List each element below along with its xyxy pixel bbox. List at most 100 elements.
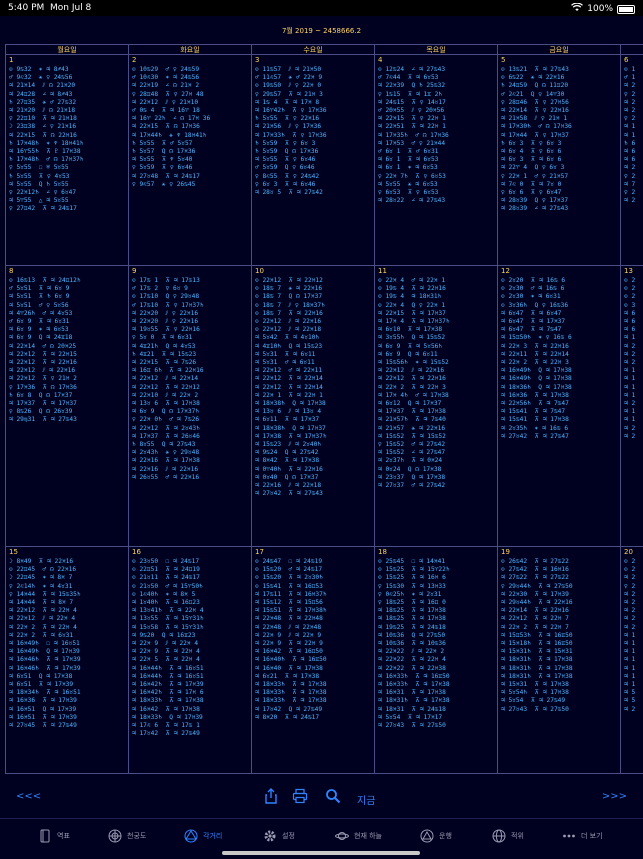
aspect-entry: ♃ 6♉47 ⊼ ♃ 7♋47 xyxy=(501,326,562,334)
day-cell[interactable]: 15 ☽ 8♓49 ⊼ ♃ 22♓16 ⊙ 22♊45 ♂ ☊ 22♓16 ☽ 22♊… xyxy=(6,547,129,774)
tab-aspects[interactable]: 각거리 xyxy=(184,825,222,847)
aspect-entry: ⊙ 26♋42 ⊼ ♃ 27♋22 xyxy=(501,558,569,565)
aspect-entry: ♃ 6♉ 4 ⊼ ♀ 6♉ 6 xyxy=(501,148,562,156)
tab-transits[interactable]: 운행 xyxy=(420,825,452,847)
aspect-entry: ♃ 6 xyxy=(624,326,636,334)
aspect-entry: ♃ 0♉40 Q ☊ 17♓37 xyxy=(255,473,319,481)
status-date: Mon Jul 8 xyxy=(50,3,92,13)
tab-settings[interactable]: 설정 xyxy=(263,825,295,847)
day-cell[interactable]: 12 ⊙ 2♉20 ⊼ ♃ 16♋ 6 ⊙ 2♉30 ♂ ♃ 16♋ 6 ⊙ 2♉30… xyxy=(498,266,621,547)
previous-month-button[interactable]: <<< xyxy=(16,791,41,802)
day-cell[interactable]: 19 ⊙ 26♋42 ⊼ ♃ 27♋22 ⊙ 27♋42 ⊼ ♃ 16♓16 ♃ 27… xyxy=(498,547,621,774)
day-number: 4 xyxy=(378,56,383,64)
day-cell[interactable]: 2 ⊙ 10♋29 ♂ ♀ 24♋59 ♂ 10♌30 ✶ ♃ 24♋56 ♃ 22♓… xyxy=(129,55,252,266)
aspect-entry: ♃ 2 xyxy=(624,98,636,106)
tab-current-sky[interactable]: 현재 하늘 xyxy=(335,825,382,847)
aspect-list: ☽ 8♓49 ⊼ ♃ 22♓16 ⊙ 22♊45 ♂ ☊ 22♓16 ☽ 22♊45… xyxy=(6,558,128,730)
aspect-entry: ⊙ 1 xyxy=(624,66,636,73)
aspect-entry: ♃ 2 xyxy=(624,599,636,607)
aspect-entry: ⊙ 22♓12 ⊼ ♃ 22♓12 xyxy=(255,277,323,284)
aspect-entry: ♃ 22♓ 2 ⊼ ♃ 6♉31 xyxy=(9,631,74,639)
aspect-entry: ♀ 15♋52 ♂ ♃ 27♋42 xyxy=(378,441,446,449)
aspect-entry: ♃ 9♋20 Q ♃ 16♊23 xyxy=(132,631,196,639)
aspect-entry: ♃ 17♓53 ♂ ♀ 21♓44 xyxy=(378,139,446,147)
aspect-entry: ♃ 22♓14 ⊼ ♀ 22♓16 xyxy=(501,107,569,115)
tab-label: 더 보기 xyxy=(581,832,603,840)
aspect-entry: ♃ 2♉43♄ ⚹ ♀ 29♉48 xyxy=(132,449,200,457)
aspect-entry: ⊙ 23♉50 ☐ ♃ 24♋17 xyxy=(132,558,200,565)
day-cell[interactable]: 18 ⊙ 25♋45 ☐ ♃ 14♓41 ⊙ 15♋25 ⊼ ♃ 15♈22♄ ⊙ 1… xyxy=(375,547,498,774)
aspect-entry: ♄ 4♊21 ⊼ ♃ 15♋23 xyxy=(132,350,197,358)
aspect-entry: ♃ 2 xyxy=(624,424,636,432)
search-icon[interactable] xyxy=(325,788,341,804)
day-cell[interactable]: 8 ⊙ 16♋13 ⊼ ♃ 24♊12♄ ♂ 5♉51 ⊼ ♃ 6♉ 9 ♃ 5♉51… xyxy=(6,266,129,547)
aspect-entry: ♄ 6♉ 3 ⊼ ♀ 6♉ 3 xyxy=(501,139,562,147)
tab-declination[interactable]: 적위 xyxy=(492,825,524,847)
aspect-entry: ♃ 18♓31♄ ⊼ ♃ 17♓38 xyxy=(501,672,573,680)
aspect-entry: ⊙ 15♋25 ⊼ ♃ 16♓ 6 xyxy=(378,574,446,582)
day-cell[interactable]: 10 ⊙ 22♓12 ⊼ ♃ 22♓12 ⊙ 18♋ 7 ⚹ ♃ 22♓16 ⊙ 18… xyxy=(252,266,375,547)
aspect-entry: ♄ 5♉57 Q ☊ 17♓36 xyxy=(132,148,196,156)
day-cell[interactable]: 3 ⊙ 11♋57 ⫽ ♃ 21♓50 ♂ 11♌57 ⚹ ♂ 22♓ 9 ⊙ 19♋… xyxy=(252,55,375,266)
aspect-entry: ♃ 17♓37 ⊼ ♃ 17♓38 xyxy=(378,408,446,416)
aspect-entry: ♂ 0♋ 4 ⊼ ♃ 16♈ 18 xyxy=(132,107,200,115)
day-number: 15 xyxy=(9,548,18,556)
aspect-entry: ♃ 16♓42 ⊼ ♃ 16♊50 xyxy=(255,648,323,656)
day-cell[interactable]: 17 ⊙ 24♋47 ☐ ♃ 24♋19 ⊙ 15♋20 ♂ ♃ 24♋17 ⊙ 15… xyxy=(252,547,375,774)
aspect-entry: ⊙ 3 xyxy=(624,301,636,309)
tab-horoscope[interactable]: 천궁도 xyxy=(108,825,146,847)
aspect-entry: ♃ 16♓42 ⊼ ♃ 17♓38 xyxy=(132,705,200,713)
print-icon[interactable] xyxy=(292,788,308,804)
aspect-entry: ♃ 19♋25 ⊼ ♃ 24♋18 xyxy=(378,623,446,631)
aspect-entry: ♀ 9♌57 ⚹ ♀ 26♋45 xyxy=(132,180,196,188)
status-bar: 5:40 PM Mon Jul 8 100% xyxy=(0,0,643,16)
tab-ephemeris[interactable]: 역표 xyxy=(38,825,70,847)
aspect-entry: ⊙ 2 xyxy=(624,293,636,301)
day-cell[interactable]: 6 ⊙ 1 ♂ 1 ♃ 2 ♀ 2 ♃ 2 ♃ 2 ♀ 2 ♃ 1 ♃ 1 ♄ 6 ♃ 6 ♃ 6 ♃ 2… xyxy=(621,55,643,266)
aspect-entry: ♄ 6♉ 8 Q ☊ 17♓37 xyxy=(9,391,73,399)
aspect-entry: ♃ 18♓31 ⊼ ♃ 24♋18 xyxy=(378,705,446,713)
day-cell[interactable]: 9 ⊙ 17♋ 1 ⊼ ♃ 17♋13 ♂ 17♋ 2 ♀ 6♉ 9 ⊙ 17♋10 … xyxy=(129,266,252,547)
aspect-entry: ♀ 22♓12♄ ∠ ♀ 6♉47 xyxy=(9,189,77,197)
aspect-entry: ♄ 8♉55 Q ♃ 27♋43 xyxy=(132,441,196,449)
day-cell[interactable]: 4 ⊙ 12♋24 ∠ ♃ 27♋43 ♂ 7♌44 ⊼ ♃ 6♉53 ♃ 22♓39… xyxy=(375,55,498,266)
day-cell[interactable]: 11 ⊙ 22♓ 4 ♂ ♃ 22♓ 1 ⊙ 19♋ 4 ⊼ ♃ 22♓16 ⊙ 19… xyxy=(375,266,498,547)
aspect-entry: ♃ 22♓15 ⊼ ♀ 22♓ 1 xyxy=(378,115,446,123)
aspect-entry: ⊙ 21♉11 ⊼ ♃ 24♋17 xyxy=(132,574,200,582)
day-cell[interactable]: 5 ⊙ 13♋21 ⊼ ♃ 27♋43 ⊙ 6♋22 ⚹ ♃ 22♓16 ♄ 24♊5… xyxy=(498,55,621,266)
aspect-entry: ♃ 1 xyxy=(624,375,636,383)
tab-label: 역표 xyxy=(57,832,70,840)
day-cell[interactable]: 13 ⊙ 2 ⊙ 2 ⊙ 2 ⊙ 3 ♃ 6 ♃ 6 ♃ 6 ♃ 1 ♃ 2 ♃ 2 ♃ 2 ♃ 1 ♃ … xyxy=(621,266,643,547)
aspect-entry: ♃ 17♓37 ⊼ ♃ 26♉46 xyxy=(132,432,200,440)
aspect-entry: ♄ 5♉59 Q ☊ 17♓36 xyxy=(255,148,319,156)
aspect-entry: ♃ 17♌ 6 ⊼ ♃ 17♋ 1 xyxy=(132,722,200,730)
today-button[interactable]: 지금 xyxy=(357,792,375,807)
aspect-entry: ♂ 10♌30 ✶ ♃ 24♋56 xyxy=(132,74,200,82)
day-number: 3 xyxy=(255,56,260,64)
aspect-entry: ♀ 17♓36 ⊼ ☊ 17♓36 xyxy=(9,383,77,391)
aspect-entry: ♃ 17♉42 ⊼ ♃ 27♋49 xyxy=(132,730,200,738)
day-cell[interactable]: 1 ⊙ 9♋32 ✶ ♃ 8♐43 ♂ 9♌32 ⚹ ♀ 24♋56 ♃ 21♓14 … xyxy=(6,55,129,266)
next-month-button[interactable]: >>> xyxy=(602,791,627,802)
tab-more[interactable]: 더 보기 xyxy=(562,825,603,847)
day-cell[interactable]: 16 ⊙ 23♉50 ☐ ♃ 24♋17 ⊙ 22♊51 ⊼ ♃ 24♊19 ⊙ 21… xyxy=(129,547,252,774)
aspect-entry: ♄ 5♉55 ⊼ ♂ 5♉57 xyxy=(132,139,193,147)
aspect-entry: ♄ 17♓48♄ ♂ ☊ 17♓37♄ xyxy=(9,156,84,164)
aspect-entry: ♃ 13♉ 6 ⫽ ♃ 13♉ 4 xyxy=(255,408,322,416)
aspect-entry: ♃ 1 xyxy=(624,656,636,664)
aspect-entry: ⊙ 24♋47 ☐ ♃ 24♋19 xyxy=(255,558,323,565)
aspect-entry: ♀ 5♉59 ⊼ ♀ 6♉46 xyxy=(132,164,193,172)
aspect-entry: ♂ 20♓55 ⫽ ♀ 20♓56 xyxy=(378,107,445,115)
aspect-entry: ♃ 22♓12 ⫽ ♃ 22♓16 xyxy=(378,367,445,375)
share-icon[interactable] xyxy=(263,788,279,804)
aspect-triangle-icon xyxy=(184,829,198,843)
status-time: 5:40 PM xyxy=(8,3,45,13)
aspect-entry: ♃ 1 xyxy=(624,131,636,139)
aspect-entry: ♃ 28♉ 5 ⊼ ♃ 27♋42 xyxy=(255,189,323,197)
day-cell[interactable]: 20 ⊙ 2 ⊙ 2 ♃ 2 ♀ 2 ♃ 2 ♃ 2 ♃ 2 ♃ 2 ♃ 2 ♃ 1 ♃ 1 ♃ 1 ♃ … xyxy=(621,547,643,774)
aspect-entry: ♃ 21♓56 ⫽ ♀ 17♓36 xyxy=(255,123,322,131)
day-number: 8 xyxy=(9,267,14,275)
aspect-entry: ♃ 6♉ 9 Q ☊ 17♓37♄ xyxy=(132,408,200,416)
aspect-entry: ♃ 18♓38♄ Q ♃ 17♓37 xyxy=(255,424,326,432)
aspect-entry: ⊙ 27♋42 ⊼ ♃ 16♓16 xyxy=(501,566,569,574)
